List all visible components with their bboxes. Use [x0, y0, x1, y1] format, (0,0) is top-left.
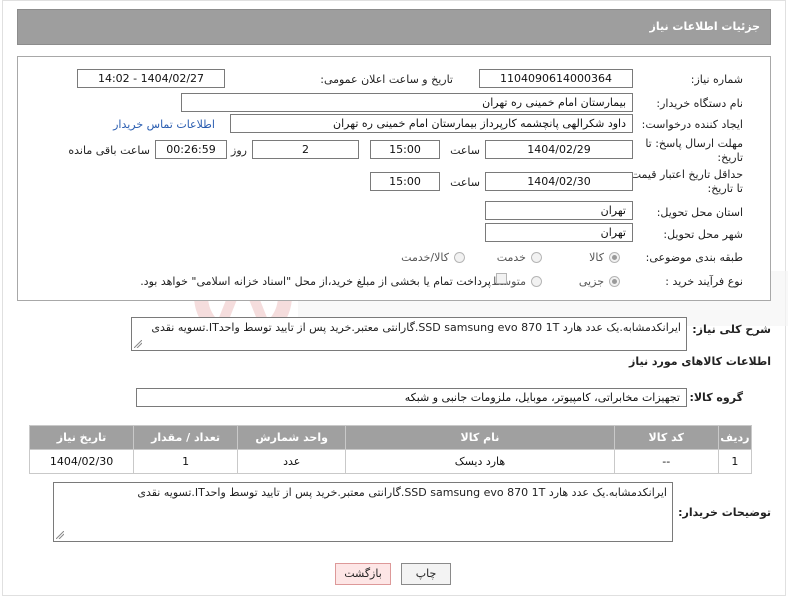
table-row: 1 -- هارد دیسک عدد 1 1404/02/30 — [28, 449, 753, 474]
category-radio-service[interactable] — [531, 252, 542, 263]
back-button[interactable]: بازگشت — [335, 563, 391, 585]
goods-group-field: تجهیزات مخابراتی، کامپیوتر، موبایل، ملزو… — [136, 388, 687, 407]
buyer-contact-link[interactable]: اطلاعات تماس خریدار — [113, 118, 215, 131]
page-title: جزئیات اطلاعات نیاز — [17, 9, 771, 45]
requester-field: داود شکرالهی پانچشمه کارپرداز بیمارستان … — [230, 114, 633, 133]
category-option-service: خدمت — [496, 251, 526, 264]
buyer-notes-text: ایرانکدمشابه.یک عدد هارد SSD samsung evo… — [137, 486, 667, 499]
col-header-quantity: تعداد / مقدار — [133, 425, 239, 450]
category-label: طبقه بندی موضوعی: — [645, 251, 743, 264]
delivery-province-label: استان محل تحویل: — [656, 206, 743, 219]
reply-deadline-label-line1: مهلت ارسال پاسخ: تا — [645, 137, 743, 150]
need-number-field: 1104090614000364 — [479, 69, 633, 88]
category-radio-goods[interactable] — [609, 252, 620, 263]
price-validity-label-line2: تا تاریخ: — [707, 182, 743, 195]
resize-grip-icon[interactable] — [56, 531, 64, 539]
general-description-field: ایرانکدمشابه.یک عدد هارد SSD samsung evo… — [131, 317, 687, 351]
col-header-unit: واحد شمارش — [237, 425, 347, 450]
col-header-goods-name: نام کالا — [345, 425, 615, 450]
reply-deadline-date-field: 1404/02/29 — [485, 140, 633, 159]
process-type-label: نوع فرآیند خرید : — [665, 275, 743, 288]
cell-need-date: 1404/02/30 — [28, 449, 135, 474]
reply-deadline-time-label: ساعت — [450, 144, 480, 157]
general-description-label: شرح کلی نیاز: — [692, 323, 771, 336]
buyer-org-label: نام دستگاه خریدار: — [656, 97, 743, 110]
category-radio-goods-service[interactable] — [454, 252, 465, 263]
buyer-notes-label: توضیحات خریدار: — [678, 506, 771, 519]
requester-label: ایجاد کننده درخواست: — [641, 118, 743, 131]
goods-table-header-row: ردیف کد کالا نام کالا واحد شمارش تعداد /… — [28, 425, 753, 450]
goods-info-title: اطلاعات کالاهای مورد نیاز — [629, 355, 771, 368]
buyer-org-field: بیمارستان امام خمینی ره تهران — [181, 93, 633, 112]
page-container: جزئیات اطلاعات نیاز شماره نیاز: 11040906… — [2, 0, 788, 596]
buyer-notes-field: ایرانکدمشابه.یک عدد هارد SSD samsung evo… — [53, 482, 673, 542]
treasury-payment-note: پرداخت تمام یا بخشی از مبلغ خرید،از محل … — [140, 275, 491, 288]
price-validity-date-field: 1404/02/30 — [485, 172, 633, 191]
goods-group-label: گروه کالا: — [689, 391, 743, 404]
cell-goods-name: هارد دیسک — [345, 449, 615, 474]
price-validity-time-label: ساعت — [450, 176, 480, 189]
category-option-goods-service: کالا/خدمت — [401, 251, 449, 264]
print-button[interactable]: چاپ — [401, 563, 451, 585]
announce-datetime-label: تاریخ و ساعت اعلان عمومی: — [320, 73, 453, 86]
cell-unit: عدد — [237, 449, 347, 474]
remaining-time-label: ساعت باقی مانده — [68, 144, 150, 157]
col-header-row-number: ردیف — [717, 425, 753, 450]
treasury-payment-checkbox[interactable] — [496, 273, 507, 284]
reply-deadline-days-field: 2 — [252, 140, 359, 159]
reply-deadline-label-line2: تاریخ: — [717, 151, 743, 164]
cell-goods-code: -- — [613, 449, 719, 474]
price-validity-label-line1: حداقل تاریخ اعتبار قیمت: — [627, 168, 743, 181]
announce-datetime-field: 1404/02/27 - 14:02 — [77, 69, 225, 88]
cell-quantity: 1 — [133, 449, 239, 474]
category-option-goods: کالا — [589, 251, 604, 264]
col-header-goods-code: کد کالا — [613, 425, 719, 450]
goods-table: ردیف کد کالا نام کالا واحد شمارش تعداد /… — [28, 425, 753, 474]
resize-grip-icon[interactable] — [134, 340, 142, 348]
general-description-text: ایرانکدمشابه.یک عدد هارد SSD samsung evo… — [151, 321, 681, 334]
need-number-label: شماره نیاز: — [690, 73, 743, 86]
reply-deadline-time-field: 15:00 — [370, 140, 440, 159]
price-validity-time-field: 15:00 — [370, 172, 440, 191]
cell-row-number: 1 — [717, 449, 753, 474]
col-header-need-date: تاریخ نیاز — [28, 425, 135, 450]
remaining-time-field: 00:26:59 — [155, 140, 227, 159]
delivery-city-field: تهران — [485, 223, 633, 242]
delivery-province-field: تهران — [485, 201, 633, 220]
process-radio-minor[interactable] — [609, 276, 620, 287]
process-option-minor: جزیی — [578, 275, 604, 288]
delivery-city-label: شهر محل تحویل: — [663, 228, 743, 241]
process-radio-medium[interactable] — [531, 276, 542, 287]
